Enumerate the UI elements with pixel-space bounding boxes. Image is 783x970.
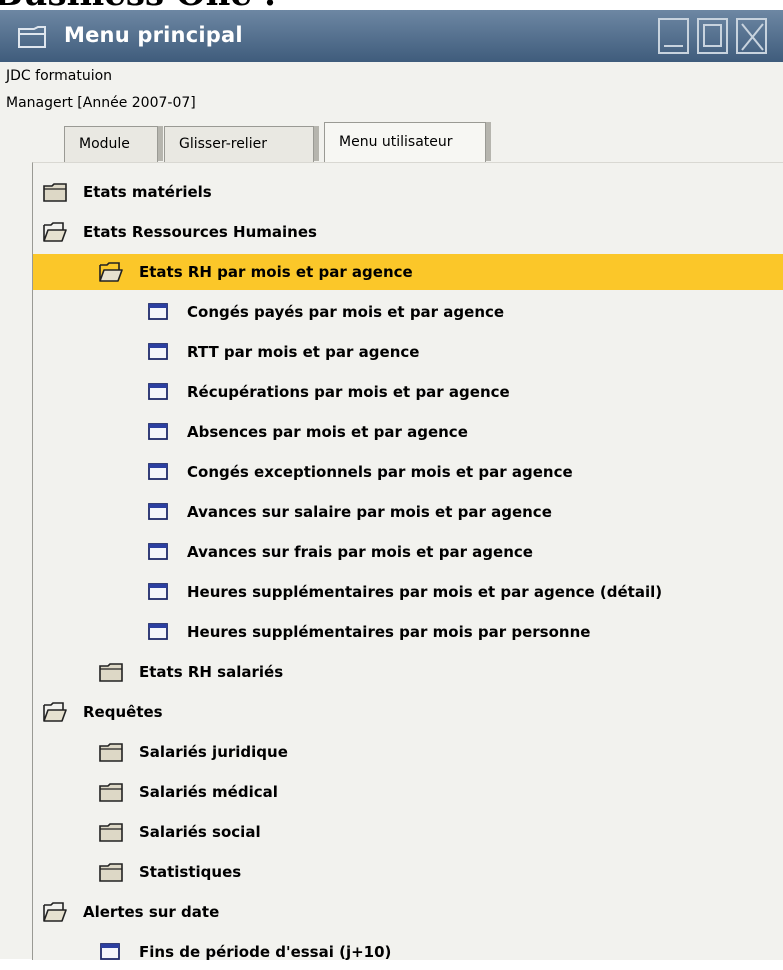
report-window-icon [147,302,171,322]
report-window-icon [147,502,171,522]
report-window-icon [99,942,123,962]
tree-item-report[interactable]: Congés payés par mois et par agence [33,294,783,330]
tree-item-label: Heures supplémentaires par mois et par a… [187,583,663,601]
main-menu-window: Menu principal JDC formatuion Managert [… [0,10,783,961]
tree-item-label: Avances sur salaire par mois et par agen… [187,503,552,521]
window-titlebar[interactable]: Menu principal [0,10,783,62]
tree-item-label: Salariés juridique [139,743,288,761]
tab-glisser-relier-label: Glisser-relier [179,136,267,152]
tree-item-label: Etats matériels [83,183,212,201]
tree-item-label: Alertes sur date [83,903,220,921]
folder-closed-icon [99,782,123,802]
tree-item-label: Statistiques [139,863,242,881]
tree-item-folder[interactable]: Etats matériels [33,174,783,210]
tree-item-report[interactable]: Congés exceptionnels par mois et par age… [33,454,783,490]
tree-item-folder[interactable]: Alertes sur date [33,894,783,930]
report-window-icon [147,342,171,362]
company-name: JDC formatuion [6,68,113,84]
tree-item-report[interactable]: Fins de période d'essai (j+10) [33,934,783,970]
tree-item-label: Avances sur frais par mois et par agence [187,543,533,561]
user-menu-tree: Etats matériels Etats Ressources Humaines… [32,162,783,961]
maximize-button[interactable] [697,18,728,54]
folder-closed-icon [99,742,123,762]
close-button[interactable] [736,18,767,54]
minimize-button[interactable] [658,18,689,54]
tree-item-label: Etats RH par mois et par agence [139,263,413,281]
tree-item-folder[interactable]: Salariés médical [33,774,783,810]
window-menu-icon[interactable] [18,26,46,48]
folder-closed-icon [43,182,67,202]
tree-item-folder[interactable]: Salariés juridique [33,734,783,770]
window-title: Menu principal [64,23,243,47]
folder-closed-icon [99,662,123,682]
report-window-icon [147,422,171,442]
tree-item-report[interactable]: Heures supplémentaires par mois et par a… [33,574,783,610]
tree-item-report[interactable]: Absences par mois et par agence [33,414,783,450]
tree-item-report[interactable]: Avances sur salaire par mois et par agen… [33,494,783,530]
tree-item-report[interactable]: Avances sur frais par mois et par agence [33,534,783,570]
tree-item-folder[interactable]: Etats RH par mois et par agence [33,254,783,290]
tree-item-report[interactable]: Récupérations par mois et par agence [33,374,783,410]
tree-item-label: Fins de période d'essai (j+10) [139,943,392,961]
tree-item-label: Etats Ressources Humaines [83,223,317,241]
folder-open-icon [43,222,67,242]
report-window-icon [147,622,171,642]
tab-module-label: Module [79,136,130,152]
tree-item-folder[interactable]: Statistiques [33,854,783,890]
tree-item-report[interactable]: RTT par mois et par agence [33,334,783,370]
report-window-icon [147,462,171,482]
tab-glisser-relier[interactable]: Glisser-relier [164,126,319,162]
tab-module[interactable]: Module [64,126,163,162]
tab-bar: Module Glisser-relier Menu utilisateur [0,118,783,162]
report-window-icon [147,542,171,562]
tree-item-label: Congés exceptionnels par mois et par age… [187,463,573,481]
tree-item-label: RTT par mois et par agence [187,343,420,361]
report-window-icon [147,582,171,602]
report-window-icon [147,382,171,402]
tree-item-label: Heures supplémentaires par mois par pers… [187,623,591,641]
tree-item-label: Récupérations par mois et par agence [187,383,510,401]
folder-open-icon [99,262,123,282]
folder-closed-icon [99,822,123,842]
tab-menu-utilisateur[interactable]: Menu utilisateur [324,122,491,162]
tree-item-label: Congés payés par mois et par agence [187,303,505,321]
tab-menu-utilisateur-label: Menu utilisateur [339,134,453,150]
user-period-line: Managert [Année 2007-07] [6,95,196,111]
tree-item-label: Absences par mois et par agence [187,423,468,441]
tree-item-folder[interactable]: Etats RH salariés [33,654,783,690]
folder-closed-icon [99,862,123,882]
folder-open-icon [43,902,67,922]
tree-item-label: Requêtes [83,703,163,721]
tree-item-label: Etats RH salariés [139,663,284,681]
tree-item-label: Salariés médical [139,783,278,801]
tree-item-folder[interactable]: Etats Ressources Humaines [33,214,783,250]
tree-item-folder[interactable]: Salariés social [33,814,783,850]
tree-item-folder[interactable]: Requêtes [33,694,783,730]
tree-item-report[interactable]: Heures supplémentaires par mois par pers… [33,614,783,650]
tree-item-label: Salariés social [139,823,261,841]
folder-open-icon [43,702,67,722]
